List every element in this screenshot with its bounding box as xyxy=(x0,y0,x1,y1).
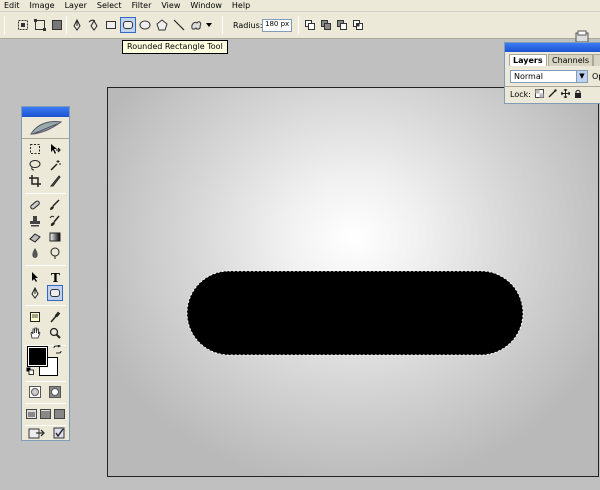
svg-text:T: T xyxy=(51,271,60,283)
toolbox-panel: T xyxy=(21,106,70,441)
toolbox-divider xyxy=(25,265,66,266)
foreground-color-swatch[interactable] xyxy=(27,346,48,367)
menu-help[interactable]: Help xyxy=(227,0,255,12)
marquee-tool-icon[interactable] xyxy=(27,141,43,157)
type-tool-icon[interactable]: T xyxy=(47,269,63,285)
move-tool-icon[interactable] xyxy=(47,141,63,157)
toolbox-divider xyxy=(25,381,66,382)
imageready-icon[interactable] xyxy=(51,425,67,441)
options-divider xyxy=(66,16,67,34)
lock-all-icon[interactable] xyxy=(574,89,582,100)
rounded-rectangle-tool-icon[interactable] xyxy=(47,285,63,301)
radius-input[interactable]: 180 px xyxy=(262,19,292,32)
menu-filter[interactable]: Filter xyxy=(127,0,157,12)
toolbox-divider xyxy=(25,193,66,194)
fill-pixels-icon[interactable] xyxy=(49,17,65,33)
rectangle-tool-icon[interactable] xyxy=(103,17,119,33)
menu-bar: Edit Image Layer Select Filter View Wind… xyxy=(0,0,600,12)
standard-screen-mode-icon[interactable] xyxy=(25,406,38,422)
full-screen-menu-mode-icon[interactable] xyxy=(39,406,52,422)
menu-edit[interactable]: Edit xyxy=(2,0,25,12)
tab-layers[interactable]: Layers xyxy=(509,54,547,66)
lasso-tool-icon[interactable] xyxy=(27,157,43,173)
magic-wand-icon[interactable] xyxy=(47,157,63,173)
new-shape-area-icon[interactable] xyxy=(302,17,318,33)
zoom-tool-icon[interactable] xyxy=(47,325,63,341)
menu-select[interactable]: Select xyxy=(92,0,127,12)
add-to-shape-area-icon[interactable] xyxy=(318,17,334,33)
rounded-rectangle-shape xyxy=(186,270,524,356)
lock-image-icon[interactable] xyxy=(548,89,557,100)
chevron-down-icon[interactable]: ▼ xyxy=(576,71,587,82)
gradient-tool-icon[interactable] xyxy=(47,229,63,245)
polygon-tool-icon[interactable] xyxy=(154,17,170,33)
swap-colors-icon[interactable] xyxy=(53,344,62,354)
jump-to-imageready-icon[interactable] xyxy=(27,425,47,441)
custom-shape-tool-icon[interactable] xyxy=(188,17,204,33)
subtract-from-shape-area-icon[interactable] xyxy=(334,17,350,33)
toolbox-divider xyxy=(25,305,66,306)
layers-title-bar[interactable] xyxy=(505,43,600,52)
healing-brush-icon[interactable] xyxy=(27,197,43,213)
opacity-label: Op xyxy=(592,72,600,81)
options-divider xyxy=(4,16,5,34)
path-selection-icon[interactable] xyxy=(27,269,43,285)
crop-tool-icon[interactable] xyxy=(27,173,43,189)
menu-layer[interactable]: Layer xyxy=(60,0,92,12)
lock-row: Lock: xyxy=(510,88,582,100)
hand-tool-icon[interactable] xyxy=(27,325,43,341)
blend-mode-select[interactable]: Normal ▼ xyxy=(510,70,588,83)
full-screen-mode-icon[interactable] xyxy=(53,406,66,422)
pen-tool-icon[interactable] xyxy=(69,17,85,33)
blend-mode-value: Normal xyxy=(514,72,543,81)
tool-tooltip: Rounded Rectangle Tool xyxy=(122,40,228,54)
clone-stamp-icon[interactable] xyxy=(27,213,43,229)
paths-icon[interactable] xyxy=(32,17,48,33)
tab-channels[interactable]: Channels xyxy=(548,54,594,66)
lock-label: Lock: xyxy=(510,90,531,99)
menu-image[interactable]: Image xyxy=(25,0,60,12)
toolbox-divider xyxy=(25,403,66,404)
quick-mask-mode-icon[interactable] xyxy=(47,384,63,400)
chevron-down-icon[interactable] xyxy=(204,17,214,33)
document-canvas[interactable] xyxy=(107,87,599,477)
layers-palette: Layers Channels Normal ▼ Op Lock: xyxy=(504,42,600,104)
layers-divider xyxy=(505,86,600,87)
options-divider xyxy=(298,16,299,34)
lock-position-icon[interactable] xyxy=(560,88,571,100)
ellipse-tool-icon[interactable] xyxy=(137,17,153,33)
dodge-tool-icon[interactable] xyxy=(47,245,63,261)
blur-tool-icon[interactable] xyxy=(27,245,43,261)
tab-paths[interactable] xyxy=(593,54,600,66)
intersect-shape-areas-icon[interactable] xyxy=(350,17,366,33)
rounded-rectangle-tool-icon[interactable] xyxy=(120,17,136,33)
toolbox-title-bar[interactable] xyxy=(22,107,69,117)
eraser-tool-icon[interactable] xyxy=(27,229,43,245)
brush-tool-icon[interactable] xyxy=(47,197,63,213)
feather-logo-icon[interactable] xyxy=(22,117,69,139)
notes-tool-icon[interactable] xyxy=(27,309,43,325)
eyedropper-icon[interactable] xyxy=(47,309,63,325)
options-divider xyxy=(222,16,223,34)
menu-window[interactable]: Window xyxy=(185,0,227,12)
standard-mode-icon[interactable] xyxy=(27,384,43,400)
shape-layers-icon[interactable] xyxy=(15,17,31,33)
lock-transparent-icon[interactable] xyxy=(534,89,544,100)
slice-tool-icon[interactable] xyxy=(47,173,63,189)
line-tool-icon[interactable] xyxy=(171,17,187,33)
pen-tool-icon[interactable] xyxy=(27,285,43,301)
options-bar: Radius: 180 px xyxy=(0,12,600,43)
menu-view[interactable]: View xyxy=(156,0,185,12)
default-colors-icon[interactable] xyxy=(26,367,34,375)
radius-label: Radius: xyxy=(233,21,263,30)
history-brush-icon[interactable] xyxy=(47,213,63,229)
freeform-pen-icon[interactable] xyxy=(86,17,102,33)
